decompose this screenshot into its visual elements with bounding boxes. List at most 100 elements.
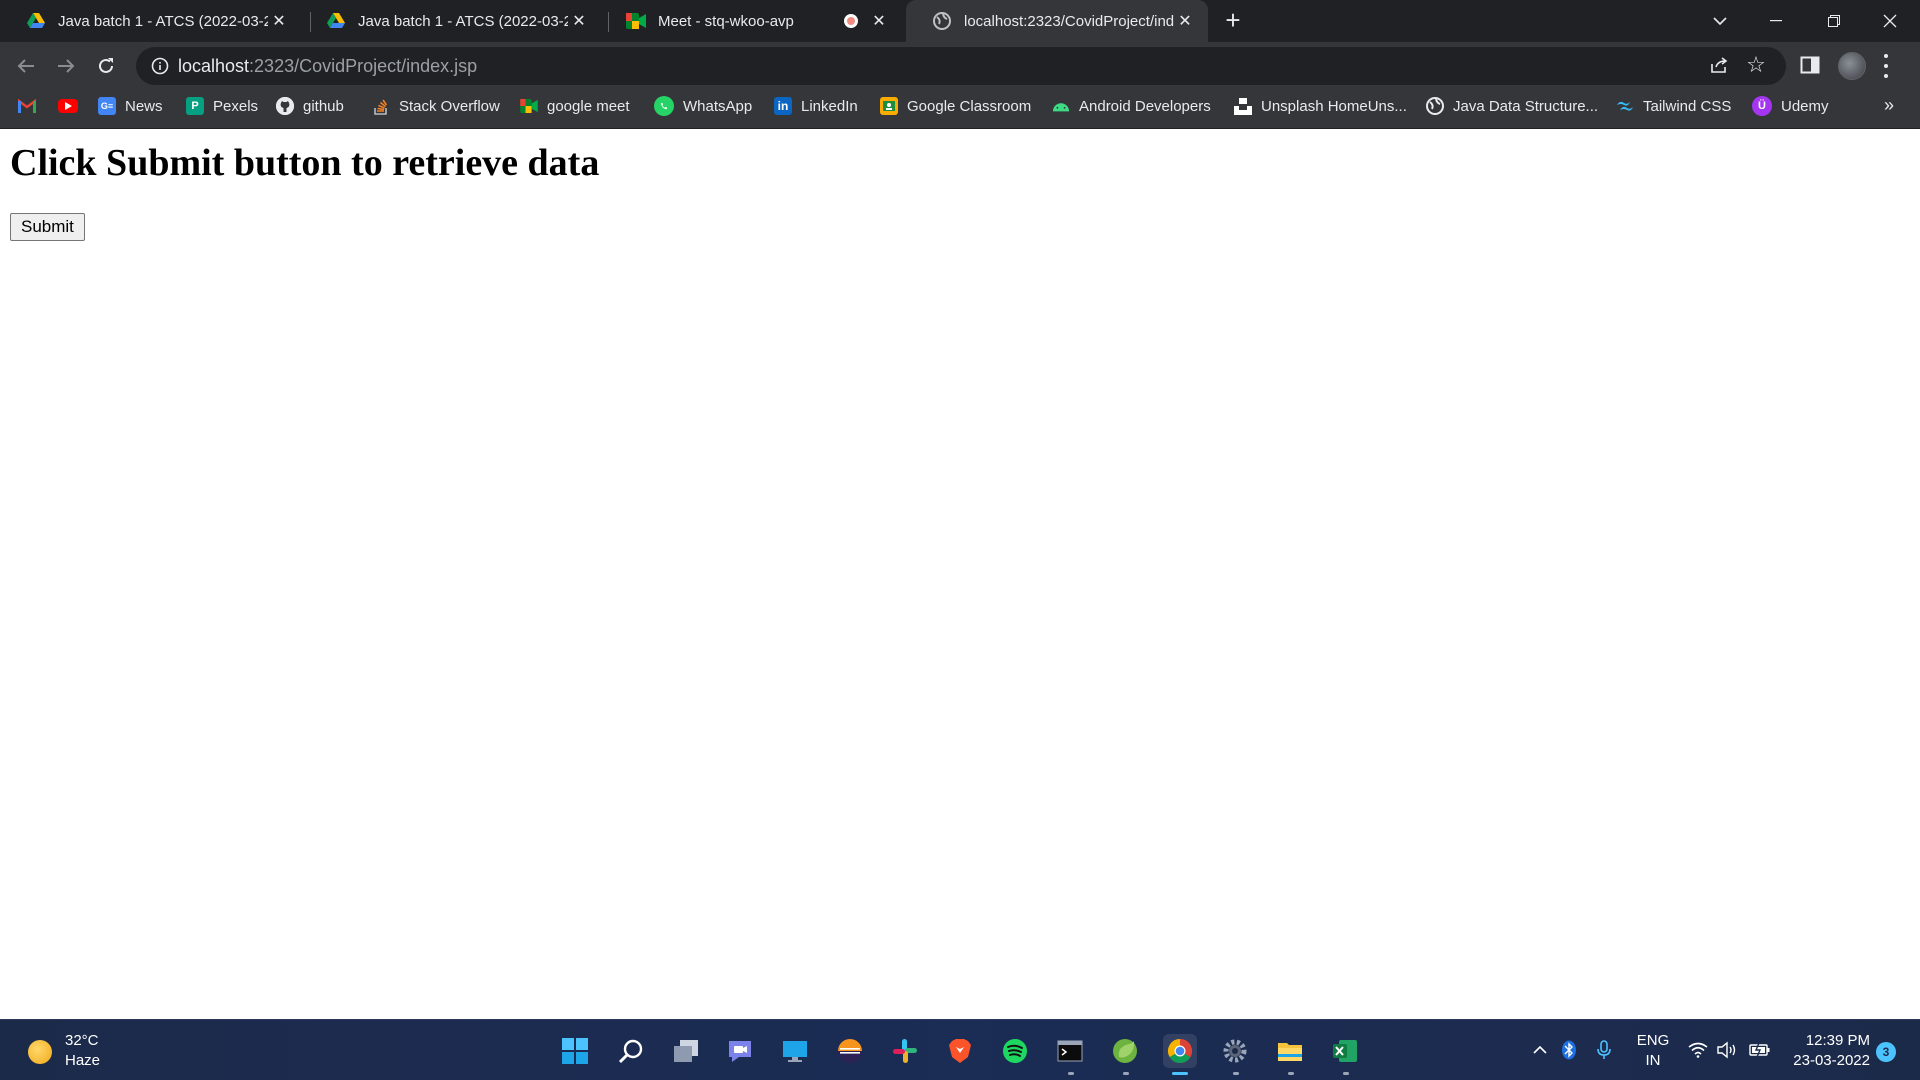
more-menu-icon[interactable] — [1882, 54, 1890, 78]
spring-tool-icon[interactable] — [1108, 1034, 1142, 1068]
bookmark-udemy[interactable]: Ü Udemy — [1752, 89, 1829, 123]
reload-icon[interactable] — [90, 50, 122, 82]
task-view-icon[interactable] — [669, 1034, 703, 1068]
google-drive-icon — [26, 11, 46, 31]
page-heading: Click Submit button to retrieve data — [10, 142, 600, 184]
volume-icon[interactable] — [1716, 1038, 1740, 1062]
unsplash-icon — [1234, 97, 1252, 115]
gmail-icon — [18, 97, 36, 115]
weather-temperature: 32°C — [65, 1032, 99, 1049]
globe-icon — [1426, 97, 1444, 115]
settings-gear-icon[interactable] — [1218, 1034, 1252, 1068]
tab-title: Java batch 1 - ATCS (2022-03-22 — [58, 12, 268, 30]
address-bar[interactable]: localhost:2323/CovidProject/index.jsp ☆ — [136, 47, 1786, 85]
bookmark-label: Unsplash HomeUns... — [1261, 97, 1407, 115]
spotify-icon[interactable] — [998, 1034, 1032, 1068]
google-news-icon: G≡ — [98, 97, 116, 115]
bookmark-github[interactable]: github — [276, 89, 344, 123]
bookmark-pexels[interactable]: P Pexels — [186, 89, 258, 123]
show-hidden-icons-chevron-icon[interactable] — [1528, 1038, 1552, 1062]
tab-java-batch-1-22[interactable]: Java batch 1 - ATCS (2022-03-22 ✕ — [0, 0, 302, 42]
windows-start-icon[interactable] — [558, 1034, 592, 1068]
bookmark-stack-overflow[interactable]: Stack Overflow — [372, 89, 500, 123]
bookmark-unsplash[interactable]: Unsplash HomeUns... — [1234, 89, 1407, 123]
bookmark-google-meet[interactable]: google meet — [520, 89, 630, 123]
bookmark-google-classroom[interactable]: Google Classroom — [880, 89, 1031, 123]
slack-icon[interactable] — [888, 1034, 922, 1068]
bookmark-tailwind-css[interactable]: Tailwind CSS — [1616, 89, 1731, 123]
submit-button[interactable]: Submit — [10, 213, 85, 241]
bookmark-star-icon[interactable]: ☆ — [1744, 53, 1768, 77]
input-language[interactable]: ENG — [1636, 1032, 1670, 1049]
linkedin-icon: in — [774, 97, 792, 115]
chrome-icon[interactable] — [1163, 1034, 1197, 1068]
running-indicator — [1288, 1072, 1294, 1075]
clock-time[interactable]: 12:39 PM — [1800, 1032, 1870, 1049]
forward-arrow-icon[interactable] — [50, 50, 82, 82]
bookmark-label: Tailwind CSS — [1643, 97, 1732, 115]
side-panel-icon[interactable] — [1800, 55, 1822, 77]
close-window-button[interactable] — [1862, 0, 1918, 42]
bluetooth-icon[interactable] — [1557, 1038, 1581, 1062]
active-app-indicator — [1172, 1072, 1188, 1075]
tab-google-meet[interactable]: Meet - stq-wkoo-avp ✕ — [600, 0, 902, 42]
bookmark-java-data-structure[interactable]: Java Data Structure... — [1426, 89, 1598, 123]
bookmark-news[interactable]: G≡ News — [98, 89, 163, 123]
back-arrow-icon[interactable] — [10, 50, 42, 82]
excel-icon[interactable] — [1328, 1034, 1362, 1068]
site-info-icon[interactable] — [150, 56, 170, 76]
whatsapp-icon — [654, 96, 674, 116]
teams-chat-icon[interactable] — [723, 1034, 757, 1068]
tab-title: localhost:2323/CovidProject/inde — [964, 12, 1174, 30]
bookmark-label: Java Data Structure... — [1453, 97, 1599, 115]
google-meet-icon — [520, 97, 538, 115]
close-tab-icon[interactable]: ✕ — [268, 10, 290, 32]
bookmark-label: Google Classroom — [907, 97, 1032, 115]
url-text[interactable]: localhost:2323/CovidProject/index.jsp — [178, 56, 477, 77]
bookmark-label: WhatsApp — [683, 97, 753, 115]
tab-java-batch-1-21[interactable]: Java batch 1 - ATCS (2022-03-21 ✕ — [300, 0, 602, 42]
wifi-icon[interactable] — [1686, 1038, 1710, 1062]
close-tab-icon[interactable]: ✕ — [1174, 10, 1196, 32]
bookmark-label: Android Developers — [1079, 97, 1211, 115]
profile-avatar[interactable] — [1838, 52, 1866, 80]
bookmark-label: Stack Overflow — [399, 97, 500, 115]
bookmark-label: LinkedIn — [801, 97, 858, 115]
bookmark-linkedin[interactable]: in LinkedIn — [774, 89, 858, 123]
bookmark-whatsapp[interactable]: WhatsApp — [654, 89, 752, 123]
eclipse-icon[interactable] — [833, 1034, 867, 1068]
search-icon[interactable] — [614, 1034, 648, 1068]
close-tab-icon[interactable]: ✕ — [568, 10, 590, 32]
globe-icon — [932, 11, 952, 31]
bookmarks-overflow-chevron-icon[interactable]: » — [1884, 95, 1894, 116]
clock-date[interactable]: 23-03-2022 — [1780, 1052, 1870, 1069]
url-path: :2323/CovidProject/index.jsp — [249, 56, 478, 76]
close-tab-icon[interactable]: ✕ — [868, 10, 890, 32]
new-tab-button[interactable]: + — [1220, 7, 1246, 34]
tab-title: Java batch 1 - ATCS (2022-03-21 — [358, 12, 568, 30]
notification-badge[interactable]: 3 — [1876, 1042, 1896, 1062]
udemy-icon: Ü — [1752, 96, 1772, 116]
google-classroom-icon — [880, 97, 898, 115]
github-icon — [276, 97, 294, 115]
file-explorer-icon[interactable] — [1273, 1034, 1307, 1068]
tab-localhost-active[interactable]: localhost:2323/CovidProject/inde ✕ — [906, 0, 1208, 42]
battery-charging-icon[interactable] — [1748, 1038, 1772, 1062]
google-meet-icon — [626, 11, 646, 31]
desktop-icon[interactable] — [778, 1034, 812, 1068]
bookmark-android-developers[interactable]: Android Developers — [1052, 89, 1211, 123]
tab-search-chevron-icon[interactable] — [1692, 0, 1748, 42]
restore-button[interactable] — [1806, 0, 1862, 42]
running-indicator — [1343, 1072, 1349, 1075]
bookmark-gmail[interactable] — [18, 89, 45, 123]
share-icon[interactable] — [1708, 54, 1732, 78]
bookmark-label: News — [125, 97, 163, 115]
microphone-icon[interactable] — [1592, 1038, 1616, 1062]
terminal-icon[interactable] — [1053, 1034, 1087, 1068]
minimize-button[interactable] — [1748, 0, 1804, 42]
input-region[interactable]: IN — [1636, 1052, 1670, 1069]
bookmark-label: Pexels — [213, 97, 259, 115]
brave-icon[interactable] — [943, 1034, 977, 1068]
android-icon — [1052, 97, 1070, 115]
bookmark-youtube[interactable] — [58, 89, 87, 123]
